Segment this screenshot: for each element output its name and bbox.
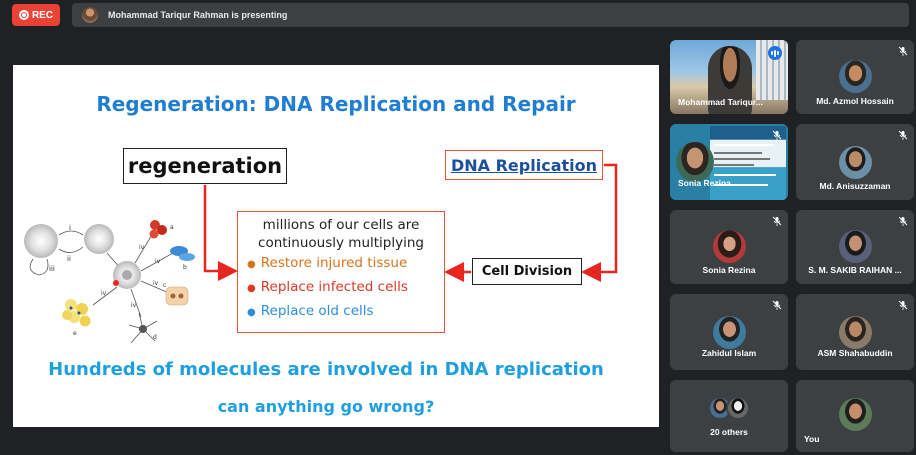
recording-badge[interactable]: REC <box>12 4 60 26</box>
muted-mic-icon <box>772 216 782 226</box>
arrow-regeneration <box>203 185 238 281</box>
rec-label: REC <box>31 9 54 21</box>
diagram-label: b <box>183 264 187 271</box>
participant-tile[interactable]: ASM Shahabuddin <box>796 294 914 370</box>
participant-name: Md. Anisuzzaman <box>819 181 891 191</box>
participant-name: You <box>804 434 820 444</box>
cell-division-box: Cell Division <box>472 258 582 285</box>
fat-cells <box>62 299 91 327</box>
diagram-label: a <box>170 224 174 231</box>
muted-mic-icon <box>898 300 908 310</box>
participant-tile[interactable]: Md. Anisuzzaman <box>796 124 914 200</box>
muted-mic-icon <box>772 300 782 310</box>
presenter-bar: Mohammad Tariqur Rahman is presenting <box>72 3 909 27</box>
stem-cell-diagram: i ii iii iv iv iv iv iv a b c d e <box>24 220 195 344</box>
diagram-label: ii <box>67 255 71 263</box>
slide-bottom-line-2: can anything go wrong? <box>217 397 435 416</box>
participant-tile[interactable]: S. M. SAKIB RAIHAN ... <box>796 210 914 284</box>
avatar <box>713 230 746 263</box>
diagram-label: i <box>69 224 71 232</box>
participant-name: Zahidul Islam <box>701 348 757 358</box>
diagram-label: iv <box>101 290 107 297</box>
cells-multiplying-box: millions of our cells are continuously m… <box>237 211 445 333</box>
participant-tile-self[interactable]: You <box>796 380 914 452</box>
participant-name: Md. Azmol Hossain <box>816 96 894 106</box>
presenter-avatar <box>82 7 98 23</box>
avatar <box>839 146 872 179</box>
avatar <box>839 60 872 93</box>
others-tile[interactable]: 20 others <box>670 380 788 452</box>
muted-mic-icon <box>898 130 908 140</box>
muted-mic-icon <box>898 46 908 56</box>
participant-video <box>670 124 788 200</box>
participant-name: S. M. SAKIB RAIHAN ... <box>808 265 902 275</box>
stem-cell-1 <box>24 224 58 258</box>
participant-name: Sonia Rezina <box>702 265 756 275</box>
participant-name: Sonia Rezina <box>678 178 731 188</box>
center-line-2: continuously multiplying <box>258 235 424 251</box>
participant-tile[interactable]: Zahidul Islam <box>670 294 788 370</box>
blue-cells <box>170 246 195 261</box>
participant-name: 20 others <box>710 427 748 437</box>
bullet-item: ● Replace infected cells <box>247 279 408 295</box>
dna-replication-box: DNA Replication <box>445 150 603 180</box>
muted-mic-icon <box>772 130 782 140</box>
stem-cell-2 <box>84 224 114 254</box>
diagram-label: iv <box>139 244 145 251</box>
bullet-item: ● Restore injured tissue <box>247 255 408 271</box>
avatar <box>839 230 872 263</box>
avatar <box>839 398 872 431</box>
cartilage-cell <box>165 286 189 306</box>
slide-bottom-line-1: Hundreds of molecules are involved in DN… <box>48 359 604 380</box>
participant-tile[interactable]: Sonia Rezina <box>670 124 788 200</box>
others-avatars <box>708 396 752 422</box>
diagram-label: e <box>73 330 77 337</box>
participant-name: ASM Shahabuddin <box>817 348 893 358</box>
arrow-dna-replication <box>581 163 618 282</box>
muted-mic-icon <box>898 216 908 226</box>
record-icon <box>18 10 29 20</box>
speaking-indicator-icon <box>768 46 782 60</box>
diagram-label: iv <box>153 280 159 287</box>
regeneration-box: regeneration <box>123 148 287 184</box>
participant-name: Mohammad Tariqur... <box>678 97 763 107</box>
diagram-label: iii <box>49 265 55 273</box>
diagram-label: c <box>163 282 166 289</box>
participant-tile[interactable]: Md. Azmol Hossain <box>796 40 914 114</box>
avatar <box>839 316 872 349</box>
avatar <box>713 316 746 349</box>
center-line-1: millions of our cells are <box>262 217 420 233</box>
participant-tile[interactable]: Mohammad Tariqur... <box>670 40 788 114</box>
presentation-slide: Regeneration: DNA Replication and Repair… <box>13 65 659 427</box>
bullet-item: ● Replace old cells <box>247 303 374 319</box>
participant-tile[interactable]: Sonia Rezina <box>670 210 788 284</box>
diagram-label: iv <box>155 258 161 265</box>
presenter-text: Mohammad Tariqur Rahman is presenting <box>108 10 288 20</box>
red-blood-cells <box>149 220 167 239</box>
diagram-label: iv <box>131 302 137 309</box>
meeting-screen: REC Mohammad Tariqur Rahman is presentin… <box>0 0 916 455</box>
diagram-label: d <box>153 334 157 341</box>
